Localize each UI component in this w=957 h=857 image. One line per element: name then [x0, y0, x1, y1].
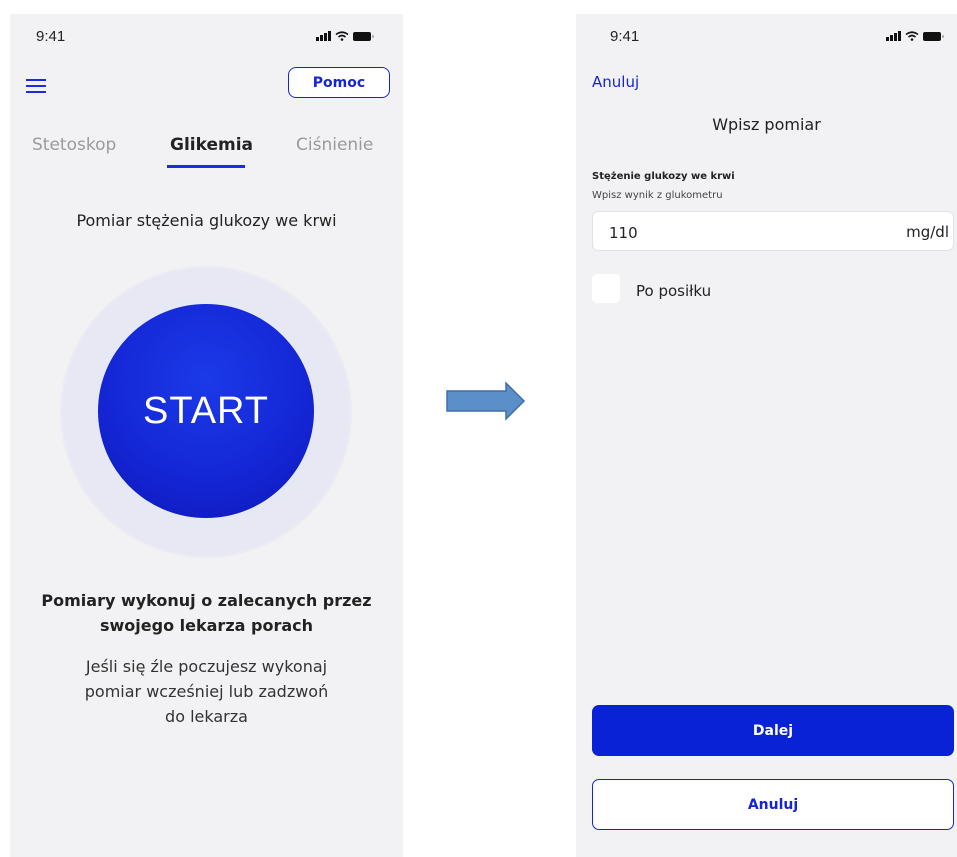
battery-icon	[923, 31, 944, 41]
glucose-input-value: 110	[609, 224, 638, 242]
help-button[interactable]: Pomoc	[288, 67, 390, 98]
flow-arrow-icon	[446, 381, 526, 421]
hamburger-menu-icon[interactable]	[26, 79, 46, 93]
glucose-field-hint: Wpisz wynik z glukometru	[592, 190, 723, 201]
start-button[interactable]: START	[98, 304, 314, 518]
status-icons	[886, 31, 944, 41]
page-title: Wpisz pomiar	[712, 115, 821, 134]
wifi-icon	[335, 31, 349, 41]
active-tab-indicator	[167, 165, 245, 168]
signal-icon	[316, 31, 331, 41]
enter-measurement-screen: 9:41 Anuluj Wpisz pomiar Stężenie glukoz…	[576, 14, 957, 857]
signal-icon	[886, 31, 901, 41]
glycemia-home-screen: 9:41 Pomoc Stetoskop Glikemia Ciśnienie …	[10, 14, 403, 857]
glucose-input[interactable]: 110 mg/dl	[592, 211, 954, 251]
after-meal-label: Po posiłku	[636, 282, 712, 300]
battery-icon	[353, 31, 374, 41]
tab-blood-pressure[interactable]: Ciśnienie	[296, 135, 373, 155]
cancel-button[interactable]: Anuluj	[592, 779, 954, 830]
cancel-link[interactable]: Anuluj	[592, 73, 639, 91]
status-time: 9:41	[610, 28, 640, 45]
measurement-tabs: Stetoskop Glikemia Ciśnienie	[10, 135, 403, 175]
wifi-icon	[905, 31, 919, 41]
advice-text-bold: Pomiary wykonuj o zalecanych przez swoje…	[41, 591, 372, 635]
after-meal-checkbox[interactable]	[592, 274, 620, 303]
status-time: 9:41	[36, 28, 66, 45]
next-button[interactable]: Dalej	[592, 705, 954, 756]
screen-heading: Pomiar stężenia glukozy we krwi	[76, 211, 337, 230]
glucose-unit-label: mg/dl	[906, 223, 949, 241]
advice-text: Jeśli się źle poczujesz wykonaj pomiar w…	[84, 657, 329, 726]
tab-stethoscope[interactable]: Stetoskop	[32, 135, 116, 155]
glucose-field-label: Stężenie glukozy we krwi	[592, 171, 735, 182]
tab-glycemia[interactable]: Glikemia	[170, 135, 253, 155]
status-icons	[316, 31, 374, 41]
